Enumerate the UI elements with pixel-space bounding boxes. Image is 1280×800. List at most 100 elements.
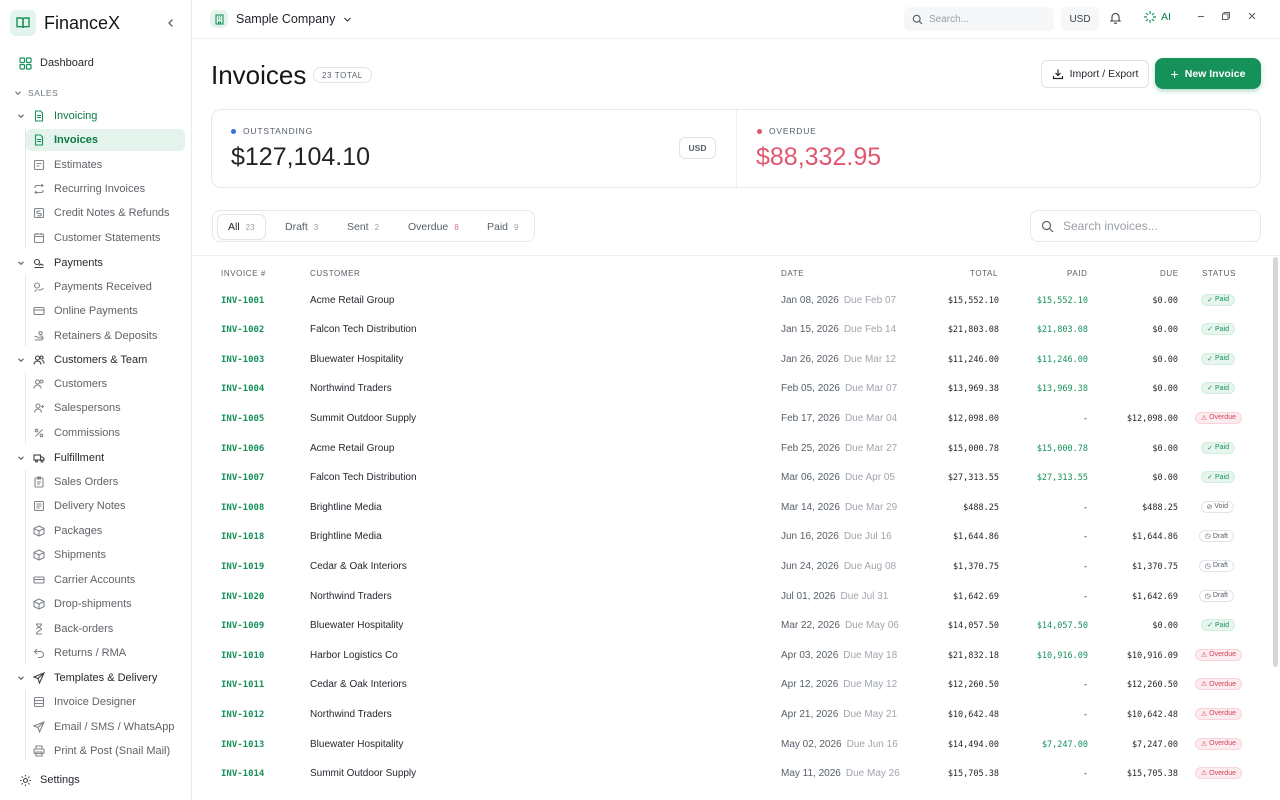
currency-button[interactable]: USD [1061, 7, 1099, 31]
invoice-number-link[interactable]: INV-1010 [221, 651, 264, 661]
invoice-number-link[interactable]: INV-1009 [221, 621, 264, 631]
invoice-number-link[interactable]: INV-1006 [221, 444, 264, 454]
new-invoice-button[interactable]: + New Invoice [1155, 58, 1261, 89]
restore-icon[interactable] [1221, 11, 1231, 21]
invoice-search-input[interactable]: Search invoices... [1030, 210, 1261, 242]
sidebar-item-retainers[interactable]: Retainers & Deposits [26, 325, 185, 347]
sidebar-item-back-orders[interactable]: Back-orders [26, 618, 185, 640]
sidebar-item-payments-received[interactable]: Payments Received [26, 276, 185, 298]
table-row[interactable]: INV-1001 Acme Retail Group Jan 08, 2026 Due… [192, 286, 1272, 316]
due-amount: $0.00 [1152, 295, 1178, 306]
invoice-number-link[interactable]: INV-1014 [221, 769, 264, 779]
sidebar-item-settings[interactable]: Settings [18, 769, 80, 791]
sidebar-item-delivery-notes[interactable]: Delivery Notes [26, 495, 185, 517]
table-row[interactable]: INV-1006 Acme Retail Group Feb 25, 2026 Due… [192, 434, 1272, 464]
sidebar-item-salespersons[interactable]: Salespersons [26, 397, 185, 419]
app-root: FinanceX Dashboard SALES Invoicing Invoi… [0, 0, 1280, 800]
tab-sent[interactable]: Sent 2 [337, 215, 389, 239]
table-row[interactable]: INV-1008 Brightline Media Mar 14, 2026 Due … [192, 493, 1272, 523]
table-row[interactable]: INV-1003 Bluewater Hospitality Jan 26, 202… [192, 345, 1272, 375]
section-toggle-sales[interactable]: SALES [14, 88, 58, 98]
sidebar-item-customers[interactable]: Customers [26, 373, 185, 395]
sidebar-item-drop-shipments[interactable]: Drop-shipments [26, 593, 185, 615]
sidebar-group-fulfillment[interactable]: Fulfillment [16, 447, 104, 469]
table-row[interactable]: INV-1007 Falcon Tech Distribution Mar 06, … [192, 463, 1272, 493]
tab-overdue[interactable]: Overdue 8 [398, 215, 469, 239]
sidebar-item-packages[interactable]: Packages [26, 520, 185, 542]
table-row[interactable]: INV-1002 Falcon Tech Distribution Jan 15, … [192, 315, 1272, 345]
invoice-number-link[interactable]: INV-1004 [221, 384, 264, 394]
table-row[interactable]: INV-1019 Cedar & Oak Interiors Jun 24, 202… [192, 552, 1272, 582]
invoice-number-link[interactable]: INV-1005 [221, 414, 264, 424]
table-row[interactable]: INV-1020 Northwind Traders Jul 01, 2026 Due… [192, 582, 1272, 612]
sidebar-item-recurring-invoices[interactable]: Recurring Invoices [26, 178, 185, 200]
table-row[interactable]: INV-1014 Summit Outdoor Supply May 11, 202… [192, 759, 1272, 789]
minimize-icon[interactable] [1196, 11, 1206, 21]
column-header-date[interactable]: DATE [781, 269, 804, 278]
sidebar-group-templates-delivery[interactable]: Templates & Delivery [16, 667, 157, 689]
invoice-number-link[interactable]: INV-1012 [221, 710, 264, 720]
column-header-paid[interactable]: PAID [1067, 269, 1087, 278]
building-icon [210, 10, 228, 28]
table-row[interactable]: INV-1013 Bluewater Hospitality May 02, 202… [192, 730, 1272, 760]
bell-icon[interactable] [1109, 11, 1122, 27]
invoice-number-link[interactable]: INV-1001 [221, 296, 264, 306]
sidebar-item-returns[interactable]: Returns / RMA [26, 642, 185, 664]
due-date: Due Mar 07 [844, 383, 898, 395]
column-header-invoice[interactable]: INVOICE # [221, 269, 266, 278]
percent-icon [32, 426, 46, 440]
invoice-number-link[interactable]: INV-1007 [221, 473, 264, 483]
sidebar-item-email-sms[interactable]: Email / SMS / WhatsApp [26, 716, 185, 738]
invoice-number-link[interactable]: INV-1013 [221, 740, 264, 750]
sidebar-group-payments[interactable]: Payments [16, 252, 103, 274]
table-row[interactable]: INV-1009 Bluewater Hospitality Mar 22, 202… [192, 611, 1272, 641]
sidebar-item-credit-notes[interactable]: Credit Notes & Refunds [26, 202, 185, 224]
date-value: May 11, 2026 [781, 768, 841, 780]
sidebar-item-commissions[interactable]: Commissions [26, 422, 185, 444]
total-amount: $15,705.38 [947, 769, 999, 780]
table-row[interactable]: INV-1005 Summit Outdoor Supply Feb 17, 202… [192, 404, 1272, 434]
company-switcher[interactable]: Sample Company [210, 8, 352, 30]
table-scrollbar[interactable] [1273, 257, 1278, 667]
sidebar-group-invoicing[interactable]: Invoicing [16, 105, 97, 127]
brand[interactable]: FinanceX [10, 9, 120, 37]
column-header-due[interactable]: DUE [1160, 269, 1179, 278]
table-row[interactable]: INV-1018 Brightline Media Jun 16, 2026 Due … [192, 522, 1272, 552]
invoice-number-link[interactable]: INV-1011 [221, 680, 264, 690]
column-header-customer[interactable]: CUSTOMER [310, 269, 360, 278]
table-row[interactable]: INV-1010 Harbor Logistics Co Apr 03, 2026 D… [192, 641, 1272, 671]
invoice-number-link[interactable]: INV-1003 [221, 355, 264, 365]
tab-draft[interactable]: Draft 3 [275, 215, 328, 239]
collapse-sidebar-button[interactable] [163, 15, 179, 31]
invoice-number-link[interactable]: INV-1002 [221, 325, 264, 335]
invoice-number-link[interactable]: INV-1008 [221, 503, 264, 513]
tab-paid[interactable]: Paid 9 [477, 215, 528, 239]
column-header-status[interactable]: STATUS [1202, 269, 1236, 278]
sidebar-item-online-payments[interactable]: Online Payments [26, 300, 185, 322]
due-date: Due May 21 [843, 708, 898, 720]
import-export-button[interactable]: Import / Export [1041, 60, 1149, 88]
column-header-total[interactable]: TOTAL [970, 269, 998, 278]
sidebar-item-invoice-designer[interactable]: Invoice Designer [26, 691, 185, 713]
sidebar-item-estimates[interactable]: Estimates [26, 154, 185, 176]
table-row[interactable]: INV-1004 Northwind Traders Feb 05, 2026 Due… [192, 374, 1272, 404]
invoice-number-link[interactable]: INV-1020 [221, 592, 264, 602]
currency-badge[interactable]: USD [679, 137, 716, 159]
sidebar-item-print-post[interactable]: Print & Post (Snail Mail) [26, 740, 185, 762]
table-row[interactable]: INV-1012 Northwind Traders Apr 21, 2026 Due… [192, 700, 1272, 730]
sidebar-item-invoices[interactable]: Invoices [26, 129, 185, 151]
invoice-number-link[interactable]: INV-1019 [221, 562, 264, 572]
close-icon[interactable] [1247, 11, 1257, 21]
global-search-input[interactable]: Search... [904, 7, 1054, 31]
tab-all[interactable]: All 23 [218, 215, 265, 239]
sidebar-item-dashboard[interactable]: Dashboard [18, 52, 94, 74]
sidebar-item-shipments[interactable]: Shipments [26, 544, 185, 566]
sidebar-item-customer-statements[interactable]: Customer Statements [26, 227, 185, 249]
invoice-number-link[interactable]: INV-1018 [221, 532, 264, 542]
send-icon [32, 671, 46, 685]
sidebar-item-sales-orders[interactable]: Sales Orders [26, 471, 185, 493]
sidebar-group-customers-team[interactable]: Customers & Team [16, 349, 147, 371]
sidebar-item-carrier-accounts[interactable]: Carrier Accounts [26, 569, 185, 591]
ai-button[interactable]: AI [1143, 10, 1171, 24]
table-row[interactable]: INV-1011 Cedar & Oak Interiors Apr 12, 202… [192, 670, 1272, 700]
